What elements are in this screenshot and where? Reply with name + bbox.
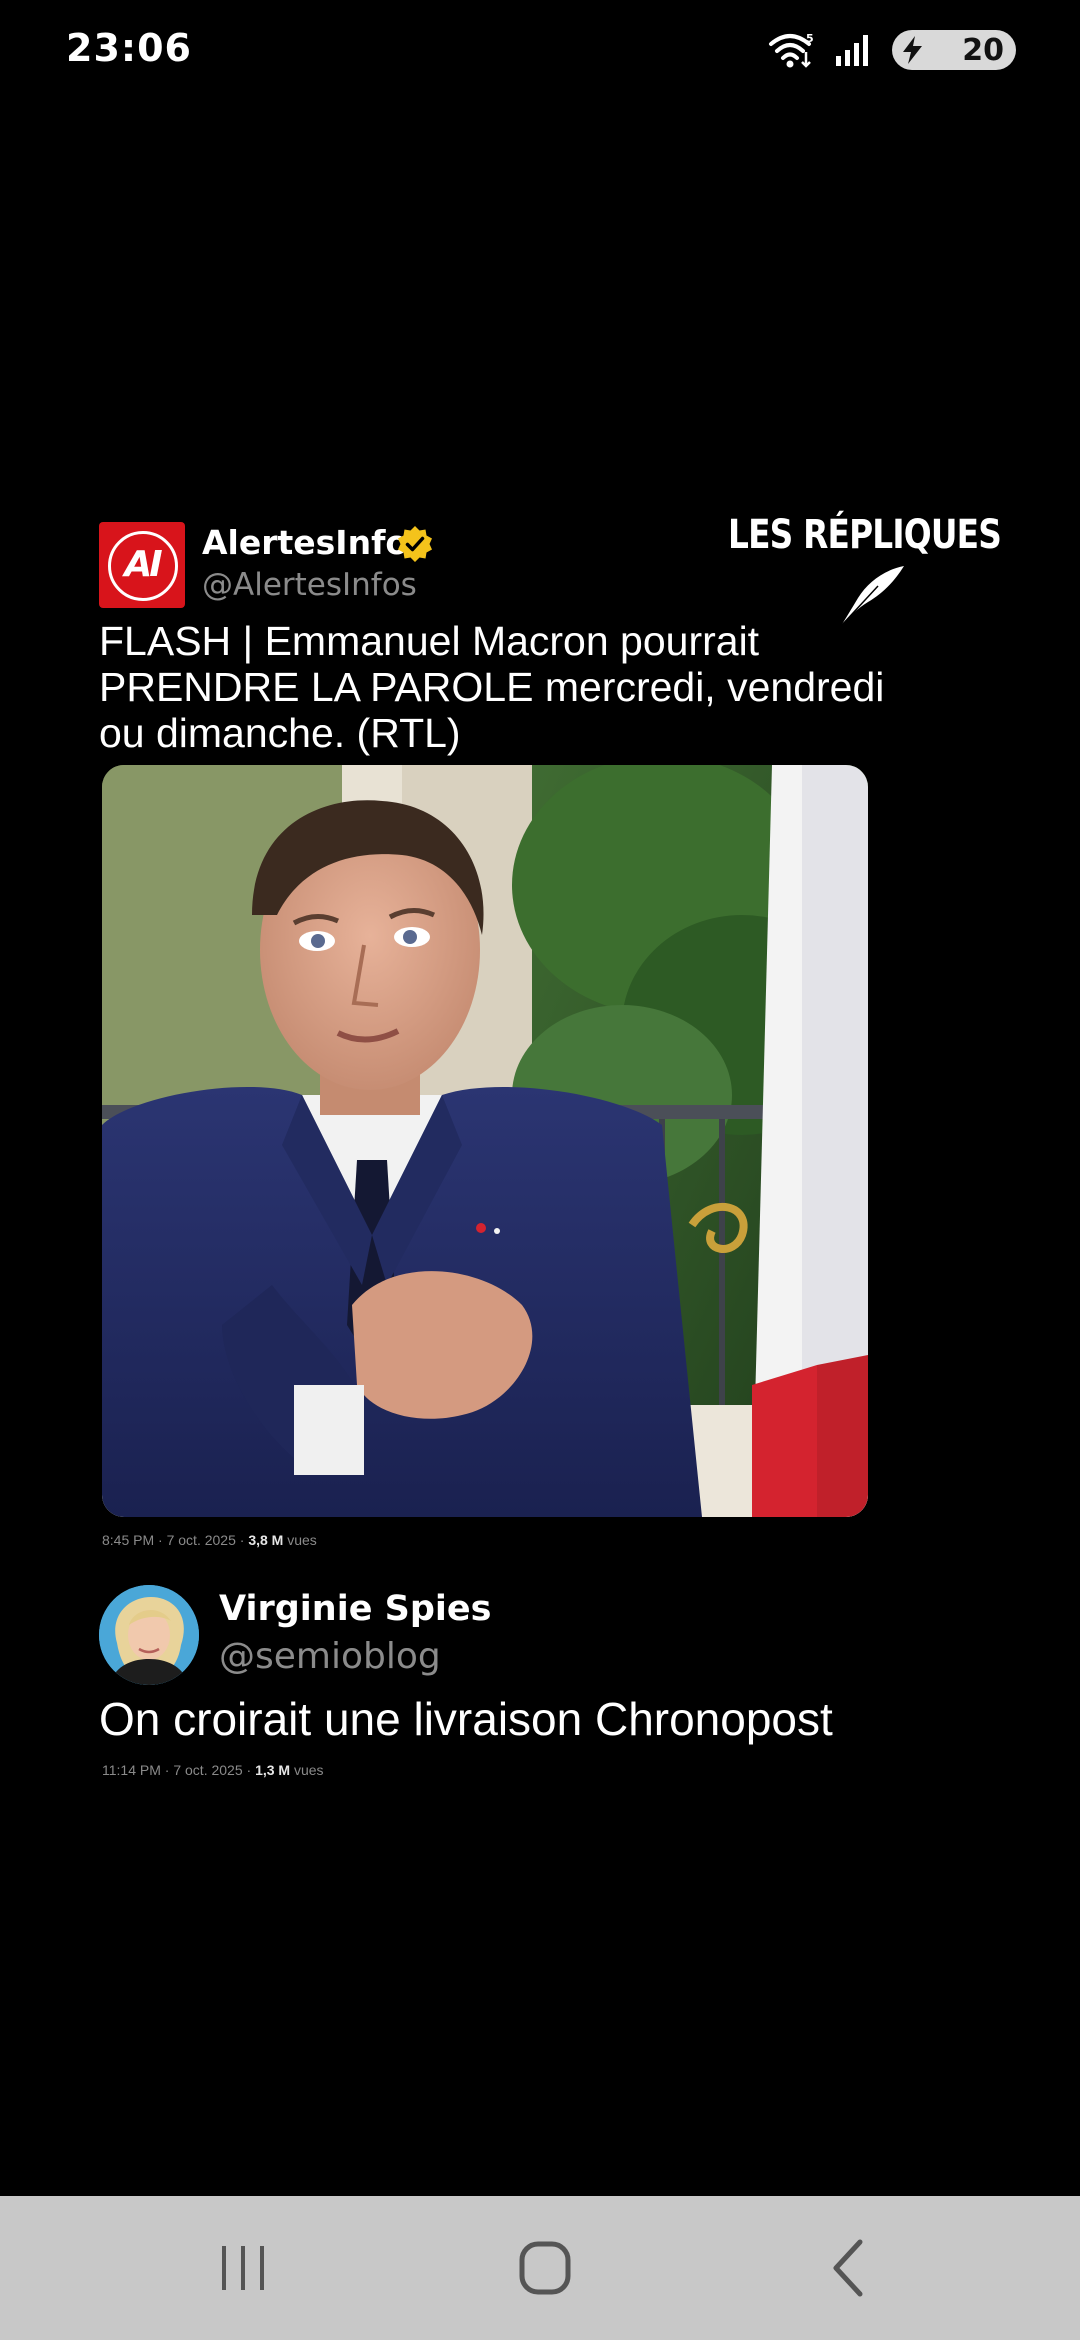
status-bar: 23:06 5 20: [0, 0, 1080, 100]
tweet2-date: 7 oct. 2025: [173, 1762, 243, 1778]
tweet1-meta: 8:45 PM · 7 oct. 2025 · 3,8 M vues: [102, 1532, 317, 1548]
macron-photo-illustration: [102, 765, 868, 1517]
tweet2-handle[interactable]: @semioblog: [219, 1636, 441, 1677]
tweet2-text: On croirait une livraison Chronopost: [99, 1693, 833, 1745]
tweet1-text-line: FLASH | Emmanuel Macron pourrait: [99, 618, 760, 664]
battery-indicator: 20: [892, 30, 1016, 70]
svg-text:5: 5: [806, 32, 814, 45]
recent-apps-icon[interactable]: [208, 2236, 278, 2300]
home-icon[interactable]: [510, 2236, 580, 2300]
tweet1-text-line: ou dimanche. (RTL): [99, 710, 461, 756]
status-time: 23:06: [66, 26, 192, 70]
alertesinfos-avatar[interactable]: AI: [99, 522, 185, 608]
battery-charging-icon: [903, 36, 922, 64]
tweet2-meta: 11:14 PM · 7 oct. 2025 · 1,3 M vues: [102, 1762, 324, 1778]
back-icon[interactable]: [814, 2236, 884, 2300]
tweet1-views-label: vues: [287, 1532, 317, 1548]
tweet2-author-name[interactable]: Virginie Spies: [219, 1589, 491, 1629]
tweet2-views-count: 1,3 M: [255, 1762, 291, 1778]
signal-icon: [836, 35, 868, 66]
tweet2-views-label: vues: [293, 1762, 324, 1778]
wifi-icon: 5: [769, 32, 814, 68]
tweet1-views-count: 3,8 M: [248, 1532, 284, 1548]
brand-logo-text: LES RÉPLIQUES: [728, 512, 1002, 558]
virginie-spies-avatar[interactable]: [99, 1585, 199, 1685]
tweet1-author-name[interactable]: AlertesInfos: [202, 523, 428, 562]
tweet1-handle[interactable]: @AlertesInfos: [202, 567, 417, 603]
tweet1-text: FLASH | Emmanuel Macron pourrait PRENDRE…: [99, 618, 884, 756]
tweet1-photo[interactable]: [102, 765, 868, 1517]
tweet2-time: 11:14 PM: [102, 1762, 161, 1778]
battery-level: 20: [962, 32, 1004, 68]
tweet1-time: 8:45 PM: [102, 1532, 155, 1548]
status-icons: 5 20: [768, 28, 1016, 72]
verified-badge-icon: [398, 526, 432, 562]
avatar-portrait: [99, 1585, 199, 1685]
tweet1-date: 7 oct. 2025: [166, 1532, 236, 1548]
navigation-bar: [0, 2196, 1080, 2340]
screen: 23:06 5 20 AI AlertesInfos @AlertesInfos…: [0, 0, 1080, 2340]
tweet1-text-line: PRENDRE LA PAROLE mercredi, vendredi: [99, 664, 885, 710]
avatar-logo-text: AI: [124, 544, 162, 585]
